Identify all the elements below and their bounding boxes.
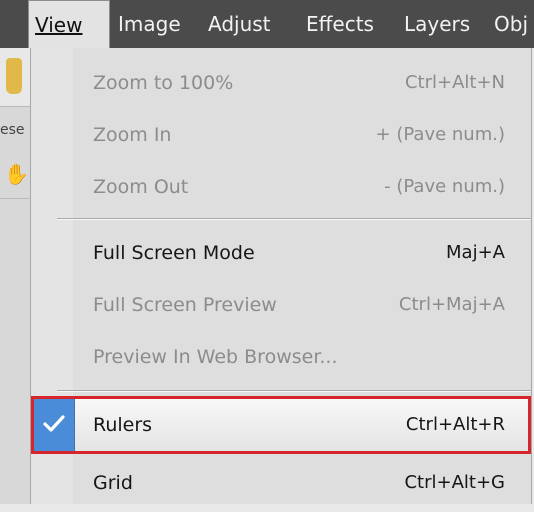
menu-separator <box>57 390 531 392</box>
menu-view-label: View <box>35 13 83 37</box>
menu-item-zoom-in[interactable]: Zoom In + (Pave num.) <box>31 106 531 164</box>
menu-item-shortcut: + (Pave num.) <box>375 124 505 145</box>
menu-adjust-label: Adjust <box>208 12 271 36</box>
menu-item-shortcut: Ctrl+Alt+G <box>404 472 505 493</box>
menu-layers[interactable]: Layers <box>404 0 470 48</box>
menu-item-label: Zoom to 100% <box>93 72 234 94</box>
menu-item-label: Rulers <box>93 414 153 436</box>
menu-view[interactable]: View <box>28 0 110 48</box>
menu-layers-label: Layers <box>404 12 471 36</box>
background-panel <box>0 48 30 504</box>
menu-item-label: Preview In Web Browser... <box>93 346 338 368</box>
menu-item-zoom-out[interactable]: Zoom Out - (Pave num.) <box>31 158 531 216</box>
menu-item-shortcut: Maj+A <box>446 242 505 263</box>
menu-item-label: Grid <box>93 472 133 494</box>
menu-item-shortcut: Ctrl+Maj+A <box>398 294 505 315</box>
background-partial-label: ese <box>0 122 25 138</box>
menu-separator <box>57 218 531 220</box>
menu-item-label: Zoom Out <box>93 176 189 198</box>
menu-bar: View Image Adjust Effects Layers Obj <box>0 0 534 48</box>
menu-item-label: Full Screen Preview <box>93 294 277 316</box>
menu-item-shortcut: - (Pave num.) <box>384 176 505 197</box>
checkmark-icon <box>34 399 75 451</box>
menu-image-label: Image <box>118 12 181 36</box>
menu-item-zoom-to-100[interactable]: Zoom to 100% Ctrl+Alt+N <box>31 54 531 112</box>
menu-adjust[interactable]: Adjust <box>208 0 271 48</box>
menu-item-shortcut: Ctrl+Alt+R <box>405 414 505 435</box>
menu-image[interactable]: Image <box>118 0 181 48</box>
menu-object-label: Obj <box>494 12 528 36</box>
pencil-tool-icon <box>6 58 22 94</box>
menu-item-label: Zoom In <box>93 124 172 146</box>
menu-object[interactable]: Obj <box>494 0 528 48</box>
menu-item-full-screen-mode[interactable]: Full Screen Mode Maj+A <box>31 224 531 282</box>
menu-effects[interactable]: Effects <box>306 0 374 48</box>
menu-item-preview-in-web-browser[interactable]: Preview In Web Browser... <box>31 328 531 386</box>
menu-item-full-screen-preview[interactable]: Full Screen Preview Ctrl+Maj+A <box>31 276 531 334</box>
menu-item-label: Full Screen Mode <box>93 242 255 264</box>
menu-item-shortcut: Ctrl+Alt+N <box>404 72 505 93</box>
background-divider <box>0 198 30 199</box>
view-menu-dropdown: Zoom to 100% Ctrl+Alt+N Zoom In + (Pave … <box>30 48 532 504</box>
menu-item-rulers[interactable]: Rulers Ctrl+Alt+R <box>31 396 531 454</box>
menu-effects-label: Effects <box>306 12 374 36</box>
hand-tool-icon: ✋ <box>4 162 29 186</box>
menu-item-grid[interactable]: Grid Ctrl+Alt+G <box>31 454 531 512</box>
